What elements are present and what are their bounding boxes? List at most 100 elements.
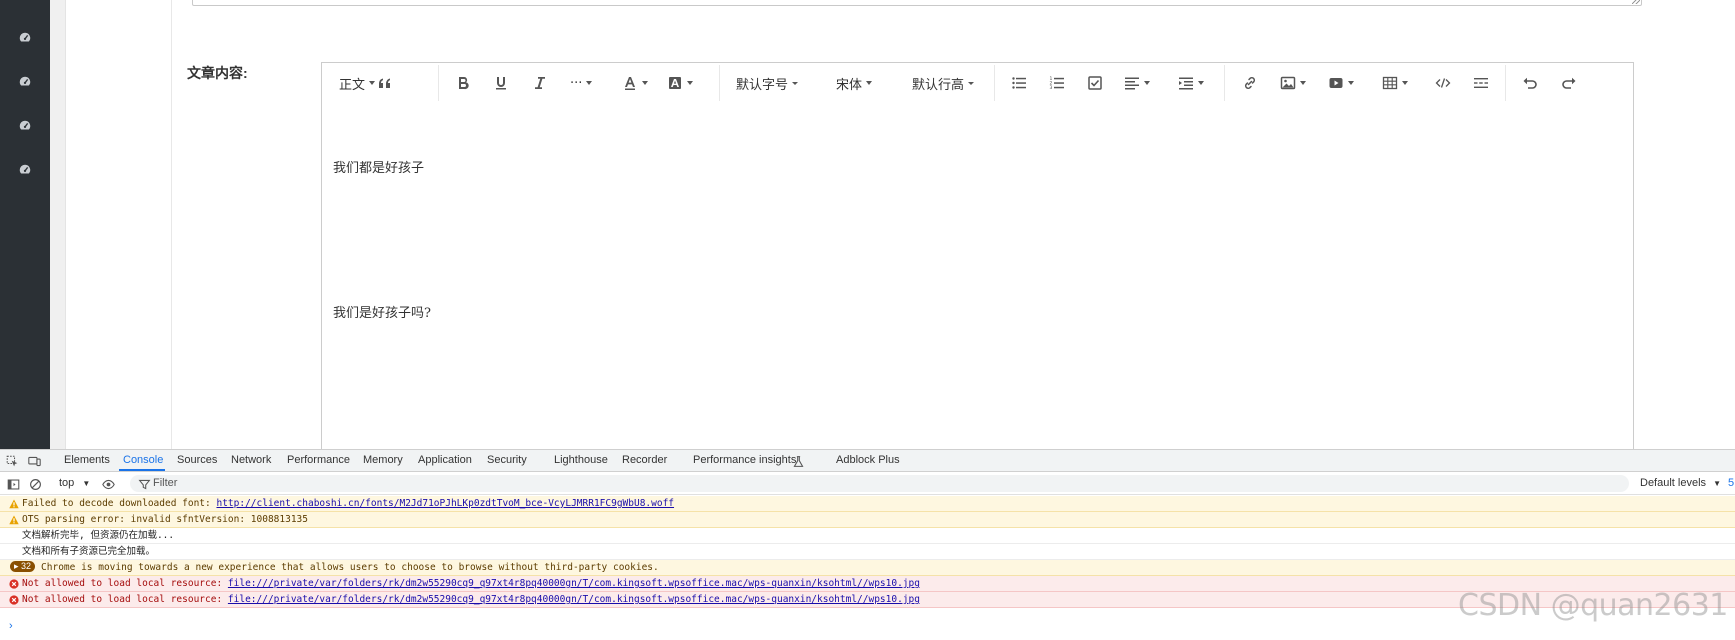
message-count: 32 bbox=[21, 561, 32, 571]
console-message-warning: OTS parsing error: invalid sfntVersion: … bbox=[0, 512, 1735, 528]
issues-count-badge[interactable]: 5 bbox=[1728, 477, 1734, 489]
rich-text-editor[interactable]: 正文 ··· 默认字号 宋体 默认行高 1 2 3 我们都是好孩子 我们是好孩子… bbox=[321, 62, 1634, 449]
active-tab-indicator bbox=[119, 469, 165, 471]
console-filter-bar: top ▼ Filter Default levels ▼ 5 bbox=[0, 473, 1735, 495]
bold-icon[interactable] bbox=[452, 72, 474, 94]
error-icon bbox=[9, 579, 19, 589]
dashboard-icon[interactable] bbox=[17, 162, 33, 178]
video-icon[interactable] bbox=[1328, 72, 1354, 94]
image-icon[interactable] bbox=[1280, 72, 1306, 94]
filter-funnel-icon bbox=[137, 477, 151, 491]
warning-icon bbox=[9, 499, 19, 509]
toolbar-separator bbox=[438, 65, 439, 101]
device-toolbar-icon[interactable] bbox=[27, 454, 41, 468]
tab-performance-insights[interactable]: Performance insights bbox=[693, 454, 796, 466]
tab-application[interactable]: Application bbox=[418, 454, 472, 466]
sidebar-toggle-icon[interactable] bbox=[6, 477, 20, 491]
web-page: 文章内容: 正文 ··· 默认字号 宋体 默认行高 1 2 3 我们都是好孩子 … bbox=[0, 0, 1735, 449]
editor-paragraph: 我们是好孩子吗? bbox=[333, 306, 431, 321]
font-size-label: 默认字号 bbox=[736, 77, 789, 93]
eye-icon[interactable] bbox=[101, 477, 115, 491]
error-icon bbox=[9, 595, 19, 605]
warning-icon bbox=[9, 515, 19, 525]
editor-toolbar: 正文 ··· 默认字号 宋体 默认行高 1 2 3 bbox=[322, 63, 1633, 103]
message-text: Not allowed to load local resource: bbox=[22, 594, 228, 605]
dashboard-icon[interactable] bbox=[17, 74, 33, 90]
context-select[interactable]: top ▼ bbox=[59, 477, 90, 489]
message-link[interactable]: http://client.chaboshi.cn/fonts/M2Jd71oP… bbox=[216, 498, 674, 509]
font-color-icon[interactable] bbox=[622, 72, 648, 94]
message-link[interactable]: file:///private/var/folders/rk/dm2w55290… bbox=[228, 578, 920, 589]
log-levels-select[interactable]: Default levels ▼ bbox=[1640, 477, 1721, 489]
console-message-info: 文档解析完毕, 但资源仍在加载... bbox=[0, 528, 1735, 544]
toolbar-separator bbox=[1224, 65, 1225, 101]
column-divider bbox=[171, 0, 172, 449]
background-color-icon[interactable] bbox=[667, 72, 693, 94]
indent-icon[interactable] bbox=[1178, 72, 1204, 94]
toolbar-separator bbox=[719, 65, 720, 101]
tab-lighthouse[interactable]: Lighthouse bbox=[554, 454, 608, 466]
todo-checkbox-icon[interactable] bbox=[1084, 72, 1106, 94]
gutter bbox=[50, 0, 66, 449]
numbered-list-icon[interactable]: 123 bbox=[1046, 72, 1068, 94]
tab-performance[interactable]: Performance bbox=[287, 454, 350, 466]
dashboard-icon[interactable] bbox=[17, 118, 33, 134]
context-value: top bbox=[59, 477, 75, 489]
log-levels-value: Default levels bbox=[1640, 477, 1707, 489]
message-count-badge[interactable]: ▸ 32 bbox=[10, 561, 36, 572]
tab-network[interactable]: Network bbox=[231, 454, 271, 466]
console-prompt[interactable]: › bbox=[9, 620, 13, 632]
line-height-label: 默认行高 bbox=[912, 77, 965, 93]
tab-elements[interactable]: Elements bbox=[64, 454, 110, 466]
align-icon[interactable] bbox=[1124, 72, 1150, 94]
filter-input[interactable] bbox=[130, 475, 1629, 492]
message-text: Failed to decode downloaded font: bbox=[22, 498, 217, 509]
paragraph-style-select[interactable]: 正文 bbox=[339, 72, 376, 94]
bulleted-list-icon[interactable] bbox=[1008, 72, 1030, 94]
article-content-label: 文章内容: bbox=[187, 65, 248, 81]
devtools-tab-bar: Elements Console Sources Network Perform… bbox=[0, 450, 1735, 472]
inspect-element-icon[interactable] bbox=[5, 454, 19, 468]
clear-console-icon[interactable] bbox=[28, 477, 42, 491]
code-icon[interactable] bbox=[1432, 72, 1454, 94]
message-text: 文档解析完毕, 但资源仍在加载... bbox=[22, 530, 175, 541]
font-size-select[interactable]: 默认字号 bbox=[736, 72, 799, 94]
font-family-label: 宋体 bbox=[836, 77, 863, 93]
left-sidebar bbox=[0, 0, 50, 449]
tab-sources[interactable]: Sources bbox=[177, 454, 217, 466]
divider-line-icon[interactable] bbox=[1470, 72, 1492, 94]
tab-console[interactable]: Console bbox=[123, 454, 163, 466]
tab-security[interactable]: Security bbox=[487, 454, 527, 466]
message-text: OTS parsing error: invalid sfntVersion: … bbox=[22, 514, 308, 525]
resize-grip-icon[interactable] bbox=[1632, 0, 1640, 4]
dashboard-icon[interactable] bbox=[17, 30, 33, 46]
undo-icon[interactable] bbox=[1519, 72, 1541, 94]
message-text: Chrome is moving towards a new experienc… bbox=[41, 562, 659, 573]
redo-icon[interactable] bbox=[1558, 72, 1580, 94]
table-icon[interactable] bbox=[1382, 72, 1408, 94]
more-styles-label: ··· bbox=[570, 75, 583, 91]
tab-adblock-plus[interactable]: Adblock Plus bbox=[836, 454, 900, 466]
underline-icon[interactable] bbox=[490, 72, 512, 94]
line-height-select[interactable]: 默认行高 bbox=[912, 72, 975, 94]
tab-recorder[interactable]: Recorder bbox=[622, 454, 667, 466]
paragraph-style-label: 正文 bbox=[339, 77, 366, 93]
filter-placeholder: Filter bbox=[153, 477, 178, 489]
blockquote-icon[interactable] bbox=[374, 72, 396, 94]
console-message-info: 文档和所有子资源已完全加载。 bbox=[0, 544, 1735, 560]
console-message-warning: ▸ 32 Chrome is moving towards a new exper… bbox=[0, 560, 1735, 576]
toolbar-separator bbox=[1505, 65, 1506, 101]
svg-text:3: 3 bbox=[1050, 85, 1053, 91]
link-icon[interactable] bbox=[1239, 72, 1261, 94]
summary-textarea[interactable] bbox=[192, 0, 1642, 6]
tab-memory[interactable]: Memory bbox=[363, 454, 403, 466]
watermark: CSDN @quan2631 bbox=[1458, 588, 1728, 623]
editor-paragraph: 我们都是好孩子 bbox=[333, 161, 425, 176]
console-message-warning: Failed to decode downloaded font: http:/… bbox=[0, 496, 1735, 512]
more-styles-menu[interactable]: ··· bbox=[570, 72, 593, 94]
flask-icon bbox=[791, 454, 805, 468]
message-link[interactable]: file:///private/var/folders/rk/dm2w55290… bbox=[228, 594, 920, 605]
italic-icon[interactable] bbox=[529, 72, 551, 94]
toolbar-separator bbox=[994, 65, 995, 101]
font-family-select[interactable]: 宋体 bbox=[836, 72, 873, 94]
